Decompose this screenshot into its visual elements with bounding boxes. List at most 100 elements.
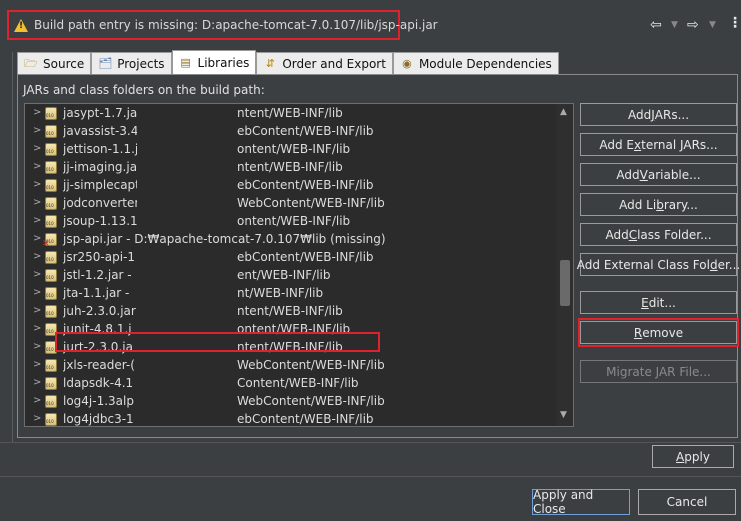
expand-chevron-icon[interactable]: > <box>33 161 41 172</box>
expand-chevron-icon[interactable]: > <box>33 269 41 280</box>
add-class-folder-button[interactable]: Add Class Folder... <box>580 223 737 246</box>
scroll-up-icon[interactable]: ▲ <box>560 107 567 117</box>
library-name: log4j-1.3alp <box>63 394 134 408</box>
library-entry[interactable]: > jsoup-1.13.1 ontent/WEB-INF/lib <box>25 213 557 231</box>
library-entry[interactable]: > jsr250-api-1 ebContent/WEB-INF/lib <box>25 249 557 267</box>
tab-projects[interactable]: 🗂 Projects <box>91 52 172 74</box>
view-menu-icon[interactable]: ⋮ <box>728 15 741 31</box>
library-path: nt/WEB-INF/lib <box>237 286 324 300</box>
back-history-dropdown-icon[interactable]: ▼ <box>671 20 678 30</box>
library-path: ontent/WEB-INF/lib <box>237 214 351 228</box>
projects-icon: 🗂 <box>98 56 113 70</box>
jar-icon <box>45 179 57 192</box>
expand-chevron-icon[interactable]: > <box>33 377 41 388</box>
library-path: WebContent/WEB-INF/lib <box>237 394 385 408</box>
library-name: jsr250-api-1 <box>63 250 136 264</box>
library-entry[interactable]: > jta-1.1.jar - nt/WEB-INF/lib <box>25 285 557 303</box>
library-entry[interactable]: > jj-simplecapt ebContent/WEB-INF/lib <box>25 177 557 195</box>
btn-text: Add <box>616 167 640 182</box>
library-name: log4jdbc3-1 <box>63 412 134 426</box>
tab-bar: 🗁 Source 🗂 Projects ▤ Libraries ⇵ Order … <box>17 50 559 74</box>
btn-text: dit... <box>648 295 676 310</box>
edit-button[interactable]: Edit... <box>580 291 737 314</box>
library-entry[interactable]: > ldapsdk-4.1 Content/WEB-INF/lib <box>25 375 557 393</box>
library-name: jsp-api.jar - D:₩apache-tomcat-7.0.107₩l… <box>63 232 386 246</box>
jar-icon <box>45 287 57 300</box>
btn-mnemonic: x <box>634 137 642 152</box>
order-export-icon: ⇵ <box>265 56 275 70</box>
expand-chevron-icon[interactable]: > <box>33 125 41 136</box>
jar-icon <box>45 251 57 264</box>
jar-icon <box>45 197 57 210</box>
jar-icon <box>45 359 57 372</box>
scroll-down-icon[interactable]: ▼ <box>560 410 567 420</box>
tab-module-dependencies[interactable]: ◉ Module Dependencies <box>392 52 559 74</box>
tab-order-and-export[interactable]: ⇵ Order and Export <box>256 52 393 74</box>
tab-label: Order and Export <box>282 56 386 71</box>
library-entry-missing[interactable]: >✕ jsp-api.jar - D:₩apache-tomcat-7.0.107… <box>25 231 557 249</box>
expand-chevron-icon[interactable]: > <box>33 107 41 118</box>
add-external-class-folder-button[interactable]: Add External Class Fol d er... <box>577 253 740 276</box>
apply-button[interactable]: Apply <box>652 445 734 468</box>
library-path: ebContent/WEB-INF/lib <box>237 178 374 192</box>
expand-chevron-icon[interactable]: > <box>33 215 41 226</box>
expand-chevron-icon[interactable]: > <box>33 143 41 154</box>
scrollbar-thumb[interactable] <box>560 260 570 306</box>
expand-chevron-icon[interactable]: > <box>33 197 41 208</box>
library-entry[interactable]: > log4j-1.3alp WebContent/WEB-INF/lib <box>25 393 557 411</box>
btn-text: emove <box>642 325 684 340</box>
library-entry[interactable]: > jj-imaging.ja ntent/WEB-INF/lib <box>25 159 557 177</box>
forward-arrow-icon[interactable]: ⇨ <box>687 17 699 33</box>
btn-text: lass Folder... <box>637 227 712 242</box>
build-path-label: JARs and class folders on the build path… <box>23 83 265 97</box>
library-entry[interactable]: > javassist-3.4. ebContent/WEB-INF/lib <box>25 123 557 141</box>
forward-history-dropdown-icon[interactable]: ▼ <box>709 20 716 30</box>
library-entry[interactable]: > jstl-1.2.jar - ent/WEB-INF/lib <box>25 267 557 285</box>
btn-mnemonic: E <box>641 295 649 310</box>
library-entry[interactable]: > jettison-1.1.j ontent/WEB-INF/lib <box>25 141 557 159</box>
cancel-button[interactable]: Cancel <box>638 489 736 515</box>
expand-chevron-icon[interactable]: > <box>33 413 41 424</box>
vertical-scrollbar[interactable]: ▲ ▼ <box>557 104 573 426</box>
expand-chevron-icon[interactable]: > <box>33 305 41 316</box>
btn-text: pply <box>684 449 710 464</box>
btn-mnemonic: b <box>656 197 664 212</box>
library-name: jstl-1.2.jar - <box>63 268 132 282</box>
expand-chevron-icon[interactable]: > <box>33 395 41 406</box>
source-folder-icon: 🗁 <box>24 56 38 70</box>
message-header: ! Build path entry is missing: D:apache-… <box>0 0 741 46</box>
library-path: ontent/WEB-INF/lib <box>237 142 351 156</box>
add-library-button[interactable]: Add Li b rary... <box>580 193 737 216</box>
library-tree[interactable]: > jasypt-1.7.jar ntent/WEB-INF/lib > javassi… <box>24 103 574 427</box>
tab-libraries[interactable]: ▤ Libraries <box>171 50 257 74</box>
apply-bar: Apply <box>0 442 741 476</box>
expand-chevron-icon[interactable]: > <box>33 341 41 352</box>
jar-icon <box>45 143 57 156</box>
back-arrow-icon[interactable]: ⇦ <box>650 17 662 33</box>
remove-button[interactable]: Remove <box>580 321 737 344</box>
expand-chevron-icon[interactable]: > <box>33 287 41 298</box>
library-entry[interactable]: > log4jdbc3-1 ebContent/WEB-INF/lib <box>25 411 557 426</box>
libraries-tab-content: JARs and class folders on the build path… <box>17 74 740 438</box>
library-name: jettison-1.1.j <box>63 142 137 156</box>
expand-chevron-icon[interactable]: > <box>33 359 41 370</box>
expand-chevron-icon[interactable]: > <box>33 233 41 244</box>
add-variable-button[interactable]: Add Variable... <box>580 163 737 186</box>
library-entry[interactable]: > jodconverter WebContent/WEB-INF/lib <box>25 195 557 213</box>
expand-chevron-icon[interactable]: > <box>33 179 41 190</box>
library-entry[interactable]: > jxls-reader-(WebContent/WEB-INF/lib <box>25 357 557 375</box>
add-jars-button[interactable]: Add J ARs... <box>580 103 737 126</box>
jar-icon <box>45 413 57 426</box>
add-external-jars-button[interactable]: Add Ex ternal JARs... <box>580 133 737 156</box>
library-name: jta-1.1.jar - <box>63 286 130 300</box>
library-entry[interactable]: > juh-2.3.0.jar ntent/WEB-INF/lib <box>25 303 557 321</box>
expand-chevron-icon[interactable]: > <box>33 323 41 334</box>
migrate-jar-file-button[interactable]: Migrate JAR File... <box>580 360 737 383</box>
library-entry[interactable]: > jasypt-1.7.jar ntent/WEB-INF/lib <box>25 105 557 123</box>
tab-source[interactable]: 🗁 Source <box>17 52 92 74</box>
missing-entry-highlight <box>55 332 380 352</box>
expand-chevron-icon[interactable]: > <box>33 251 41 262</box>
warning-icon: ! <box>14 18 28 32</box>
apply-and-close-button[interactable]: Apply and Close <box>532 488 630 516</box>
library-name: jxls-reader-( <box>63 358 135 372</box>
